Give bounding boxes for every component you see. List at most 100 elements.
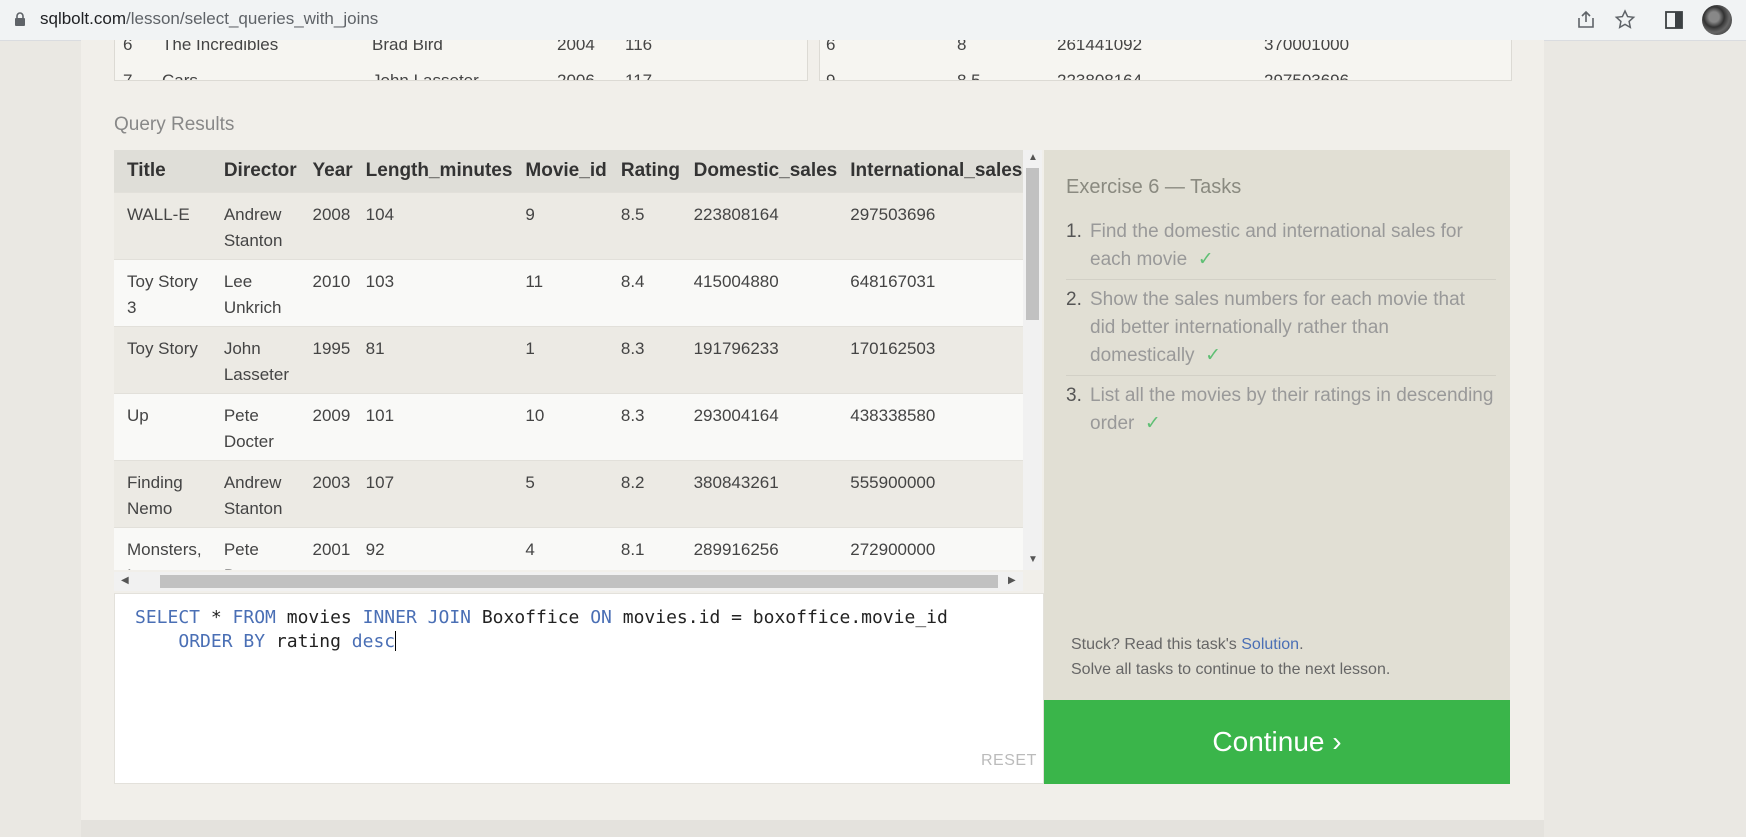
share-icon[interactable] [1574,8,1598,32]
table-cell: Toy Story 3 [114,259,211,327]
column-header: Year [299,150,353,193]
table-row: WALL-E Andrew Stanton 2008 104 9 8.5 223808164… [114,192,1023,260]
table-row: Toy Story 3 Lee Unkrich 2010 103 11 8.4 415004… [114,259,1023,327]
table-cell: 2009 [299,393,353,461]
table-cell: 380843261 [680,460,838,528]
text-cursor [395,631,397,651]
checkmark-icon: ✓ [1205,345,1222,366]
table-cell: 272900000 [837,527,1023,570]
table-cell: 81 [352,326,513,394]
url-field[interactable]: sqlbolt.com/lesson/select_queries_with_j… [40,9,378,29]
table-row: Monsters, Inc.Pete Docter20019248.128991… [114,527,1023,570]
table-cell: 1 [512,326,608,394]
scroll-right-arrow-icon[interactable]: ▶ [1008,575,1016,586]
sql-keyword: desc [351,631,396,652]
scroll-down-arrow-icon[interactable]: ▼ [1028,554,1038,565]
table-cell: 555900000 [837,460,1023,528]
hint-suffix: . [1299,636,1304,653]
table-cell: 191796233 [680,326,838,394]
table-cell: 8.3 [607,326,681,394]
sql-keyword: JOIN [427,607,471,628]
table-cell: 297503696 [837,192,1023,260]
page-footer-strip [81,820,1544,837]
sql-keyword: SELECT [135,607,201,628]
side-panel-icon[interactable] [1662,8,1686,32]
bookmark-star-icon[interactable] [1613,8,1637,32]
cell: 8.5 [957,71,981,81]
table-cell: 648167031 [837,259,1023,327]
task-number: 3. [1066,385,1082,406]
url-path: /lesson/select_queries_with_joins [125,9,379,28]
sql-editor[interactable]: SELECT * FROM movies INNER JOIN Boxoffic… [114,593,1044,784]
sql-indent [135,631,178,652]
table-cell: 10 [512,393,608,461]
cell: 297503696 [1264,71,1350,81]
url-host: sqlbolt.com [40,9,126,28]
table-row: Toy Story John Lasseter 1995 81 1 8.3 19179623… [114,326,1023,394]
table-cell: 293004164 [680,393,838,461]
task-number: 2. [1066,289,1082,310]
cell: 223808164 [1057,71,1143,81]
scrollbar-thumb[interactable] [160,575,998,588]
table-cell: 4 [512,527,608,570]
task-text: Show the sales numbers for each movie th… [1090,289,1465,366]
profile-avatar[interactable] [1702,5,1732,35]
task-number: 1. [1066,221,1082,242]
table-cell: Andrew Stanton [210,460,300,528]
query-results-table[interactable]: Title Director Year Length_minutes Movie… [114,150,1023,570]
table-cell: 8.3 [607,393,681,461]
reset-button[interactable]: RESET [981,752,1037,770]
table-cell: Monsters, Inc. [114,527,211,570]
cell: 7 [123,71,133,81]
results-horizontal-scrollbar[interactable]: ◀ ▶ [114,572,1023,591]
table-cell: 8.1 [607,527,681,570]
sql-code[interactable]: SELECT * FROM movies INNER JOIN Boxoffic… [135,606,948,654]
task-text: Find the domestic and international sale… [1090,221,1463,270]
scroll-left-arrow-icon[interactable]: ◀ [121,575,129,586]
table-cell: Andrew Stanton [210,192,300,260]
divider [1066,279,1496,280]
table-cell: Lee Unkrich [210,259,300,327]
table-cell: 170162503 [837,326,1023,394]
solution-link[interactable]: Solution [1241,636,1299,653]
sql-keyword: ON [590,607,612,628]
table-cell: 104 [352,192,513,260]
table-cell: Toy Story [114,326,211,394]
sql-text: Boxoffice [471,607,591,628]
table-cell: 415004880 [680,259,838,327]
cell: 2004 [557,40,595,54]
checkmark-icon: ✓ [1144,413,1161,434]
sql-text: movies [275,607,363,628]
results-vertical-scrollbar[interactable]: ▲ ▼ [1023,150,1042,570]
continue-button[interactable]: Continue › [1044,700,1510,784]
table-cell: 2003 [299,460,353,528]
sql-keyword: BY [243,631,266,652]
cell: Cars [162,71,198,81]
table-cell: 5 [512,460,608,528]
hint-line-2: Solve all tasks to continue to the next … [1071,661,1391,678]
table-cell: 101 [352,393,513,461]
table-cell: 8.4 [607,259,681,327]
cell: 8 [957,40,967,54]
table-cell: 9 [512,192,608,260]
cell: 2006 [557,71,595,81]
cell: 6 [826,40,836,54]
cell: 117 [625,71,653,81]
table-cell: Pete Docter [210,393,300,461]
column-header: International_sales [837,150,1023,193]
table-cell: 223808164 [680,192,838,260]
scrollbar-thumb[interactable] [1026,168,1039,320]
table-cell: 2010 [299,259,353,327]
sql-text: rating [265,631,352,652]
scroll-up-arrow-icon[interactable]: ▲ [1028,152,1038,163]
sql-keyword: INNER [362,607,417,628]
cell: The Incredibles [162,40,279,54]
cell: 9 [826,71,836,81]
table-cell: 2008 [299,192,353,260]
table-cell: 11 [512,259,608,327]
table-row: Up Pete Docter 2009 101 10 8.3 293004164 438338… [114,393,1023,461]
table-cell: 1995 [299,326,353,394]
cell: 370001000 [1264,40,1350,54]
